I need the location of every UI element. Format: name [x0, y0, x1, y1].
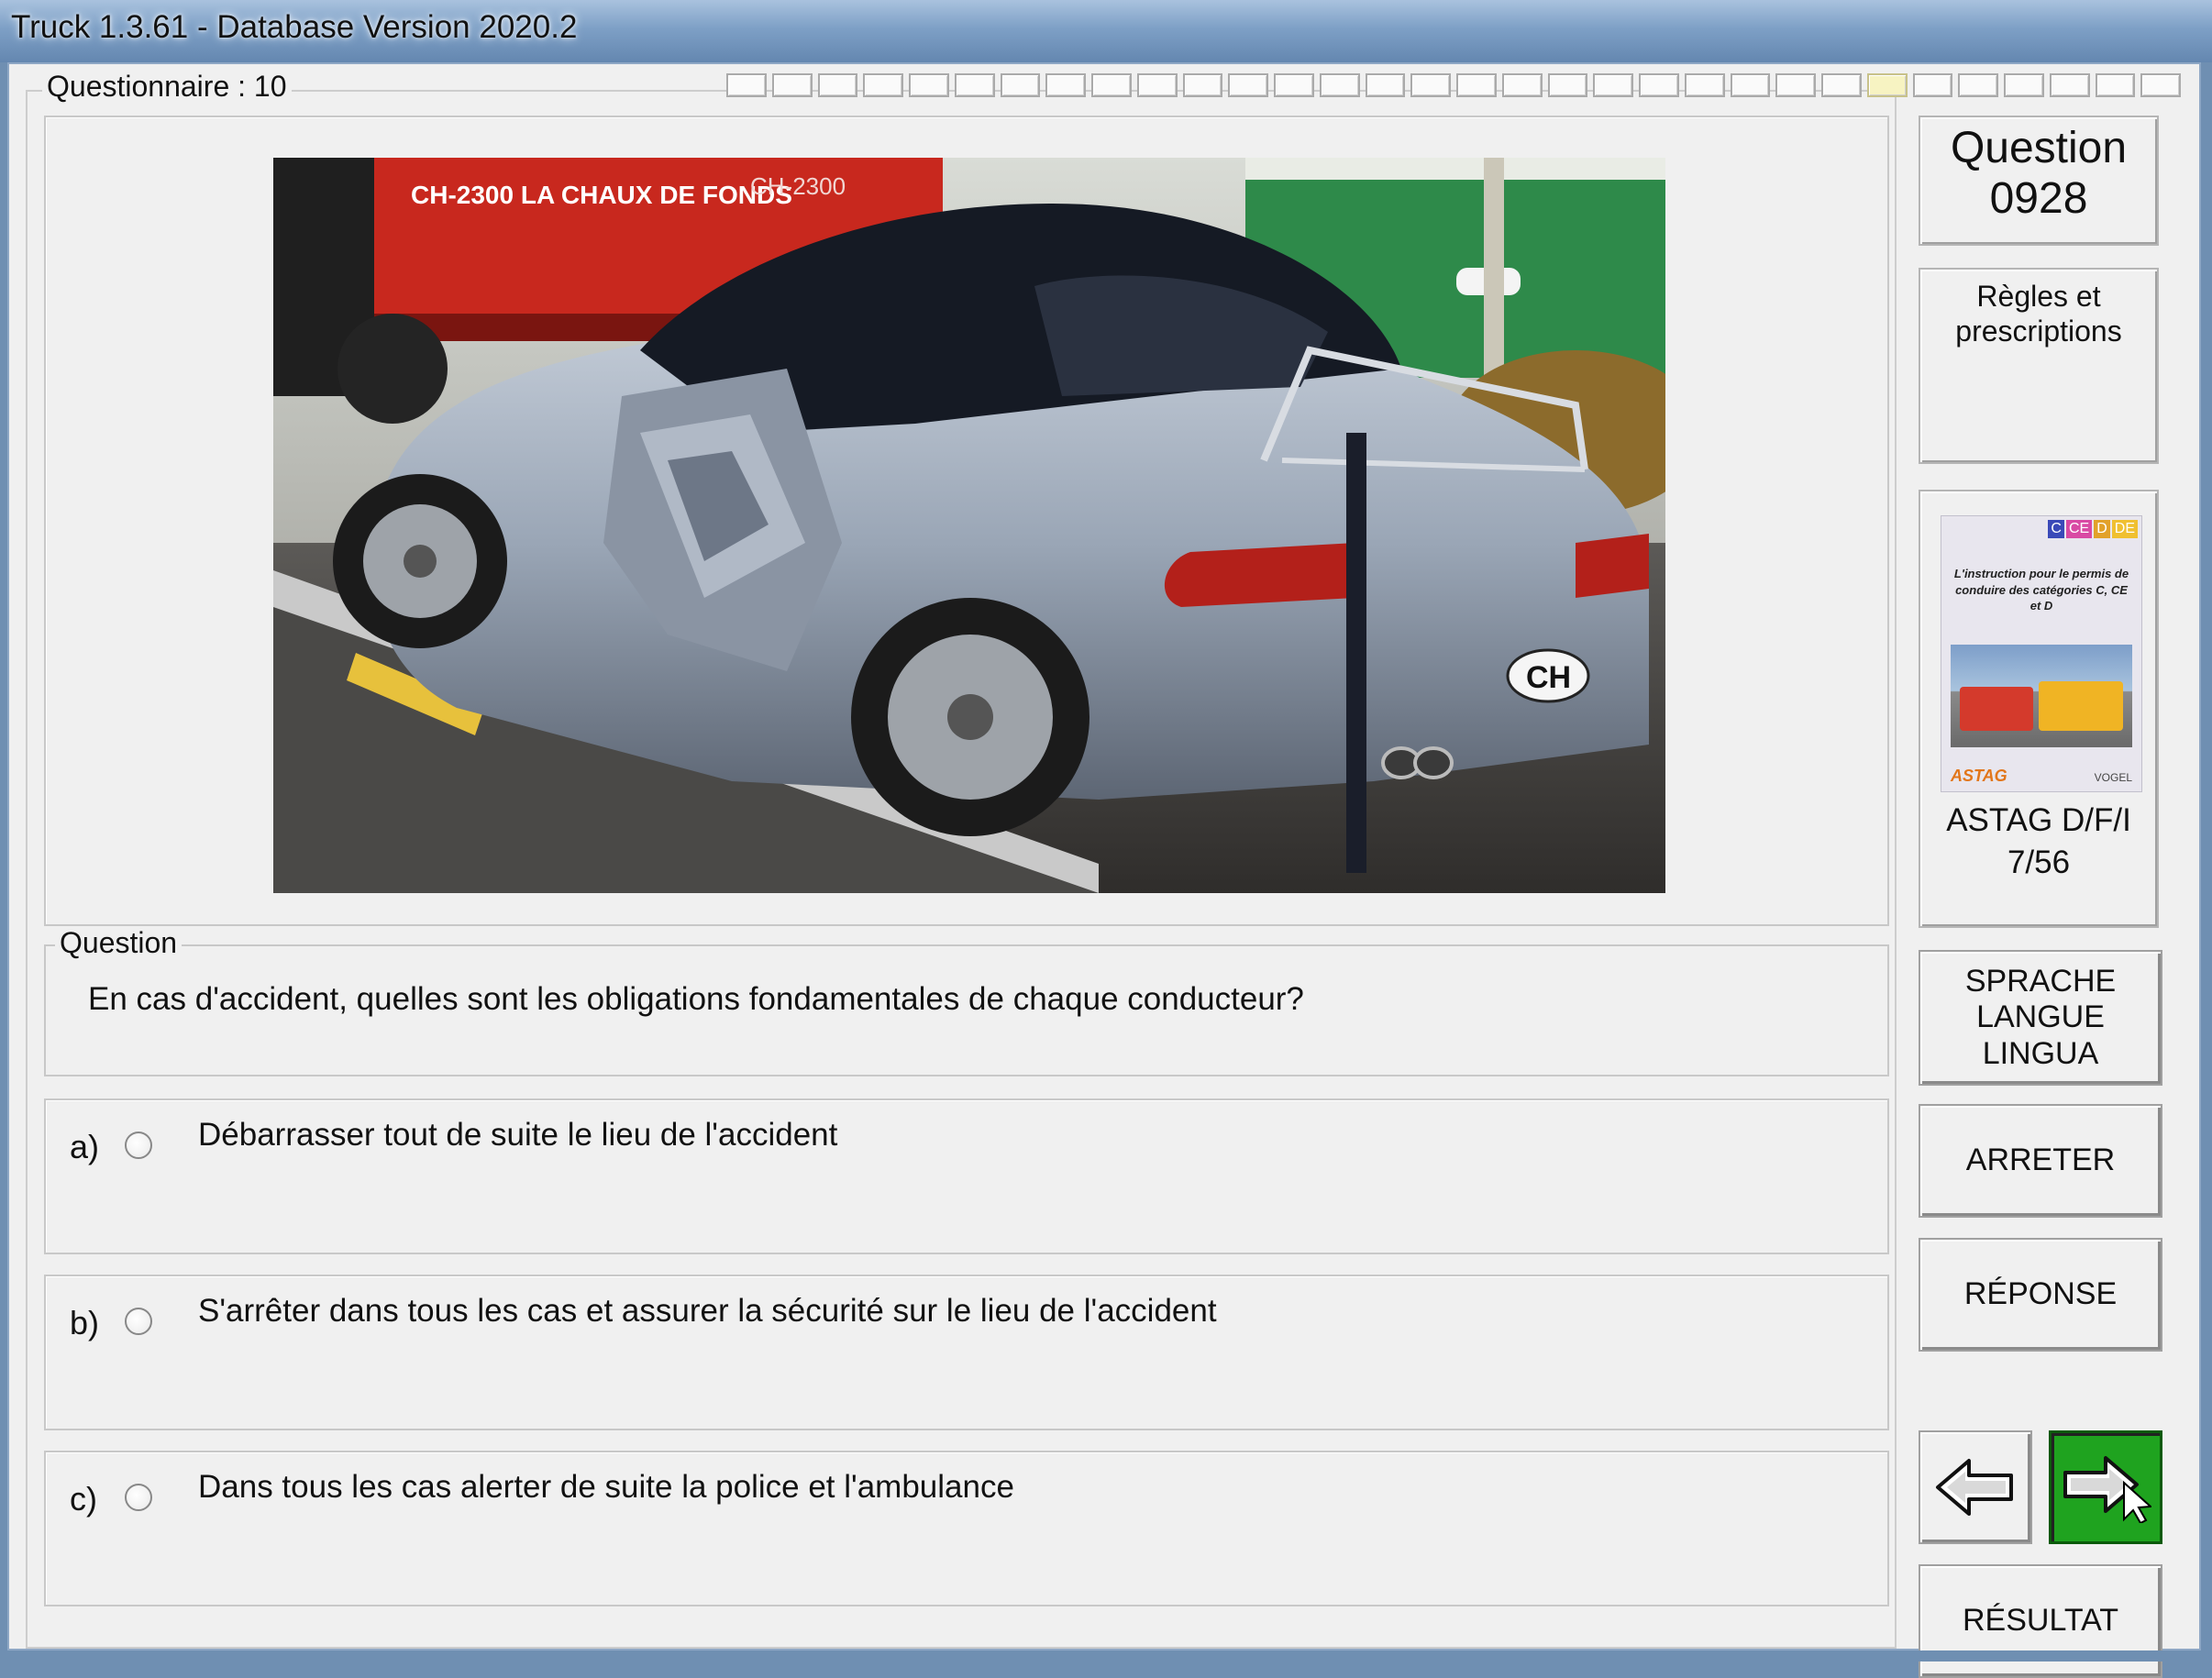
- progress-segment: [2095, 73, 2136, 97]
- language-label-de: SPRACHE: [1964, 964, 2117, 999]
- progress-segment: [863, 73, 903, 97]
- answer-b-radio[interactable]: [125, 1308, 152, 1335]
- answer-letter: c): [70, 1480, 97, 1518]
- vogel-logo: VOGEL: [2094, 771, 2132, 784]
- reference-book-box[interactable]: C CE D DE L'instruction pour le permis d…: [1919, 490, 2159, 928]
- book-cover: C CE D DE L'instruction pour le permis d…: [1941, 515, 2142, 792]
- license-plate-text: CH: [1526, 660, 1571, 695]
- questionnaire-progress: [726, 73, 2181, 101]
- progress-segment: [909, 73, 949, 97]
- answer-b[interactable]: b) S'arrêter dans tous les cas et assure…: [44, 1275, 1889, 1430]
- mouse-cursor-icon: [2123, 1480, 2151, 1523]
- progress-segment: [1045, 73, 1086, 97]
- question-number-label: Question: [1950, 124, 2128, 172]
- progress-segment: [1958, 73, 1998, 97]
- book-reference-line1: ASTAG D/F/I: [1946, 802, 2131, 838]
- next-button[interactable]: [2049, 1430, 2162, 1544]
- progress-segment: [1730, 73, 1771, 97]
- progress-segment: [1501, 73, 1543, 97]
- progress-segment: [954, 73, 995, 97]
- book-caption: L'instruction pour le permis de conduire…: [1953, 567, 2129, 613]
- question-number-box: Question 0928: [1919, 116, 2159, 246]
- progress-segment: [726, 73, 767, 97]
- arrow-right-icon: [2063, 1456, 2151, 1523]
- progress-segment: [1000, 73, 1041, 97]
- progress-segment: [1684, 73, 1725, 97]
- progress-segment: [1775, 73, 1816, 97]
- image-panel: CH-2300 LA CHAUX DE FONDS CH-2300 CH: [44, 116, 1889, 926]
- badge-c: C: [2048, 520, 2064, 538]
- progress-segment: [1136, 73, 1178, 97]
- answer-text: Débarrasser tout de suite le lieu de l'a…: [198, 1117, 838, 1153]
- progress-segment: [2004, 73, 2044, 97]
- truck-text: CH-2300 LA CHAUX DE FONDS: [411, 181, 792, 209]
- question-number: 0928: [1989, 174, 2088, 223]
- progress-segment: [2049, 73, 2090, 97]
- badge-ce: CE: [2065, 520, 2093, 538]
- questionnaire-label: Questionnaire : 10: [42, 70, 292, 104]
- window-title: Truck 1.3.61 - Database Version 2020.2: [11, 9, 578, 45]
- rules-box[interactable]: Règles et prescriptions: [1919, 268, 2159, 464]
- progress-segment: [1912, 73, 1953, 97]
- answer-letter: a): [70, 1128, 100, 1165]
- book-reference: ASTAG D/F/I 7/56: [1920, 800, 2157, 883]
- progress-segment: [1365, 73, 1406, 97]
- progress-segment: [1821, 73, 1862, 97]
- book-cover-trucks-image: [1951, 645, 2132, 747]
- answer-text: Dans tous les cas alerter de suite la po…: [198, 1469, 1014, 1505]
- arrow-left-icon: [1936, 1459, 2013, 1516]
- rules-label: Règles et prescriptions: [1955, 280, 2122, 348]
- main-window: Questionnaire : 10 CH-2300 LA CHAUX DE F…: [7, 62, 2201, 1678]
- progress-segment: [1639, 73, 1679, 97]
- window-bottom-border: [0, 1650, 2212, 1661]
- answer-c[interactable]: c) Dans tous les cas alerter de suite la…: [44, 1451, 1889, 1606]
- progress-segment: [771, 73, 813, 97]
- progress-segment: [1182, 73, 1223, 97]
- language-label-fr: LANGUE: [1976, 999, 2105, 1035]
- answer-button[interactable]: RÉPONSE: [1919, 1238, 2162, 1352]
- progress-segment: [1866, 73, 1908, 97]
- progress-segment: [2140, 73, 2181, 97]
- truck-text-2: CH-2300: [750, 172, 846, 200]
- progress-segment: [1456, 73, 1497, 97]
- badge-d: D: [2094, 520, 2110, 538]
- progress-segment: [1547, 73, 1588, 97]
- answer-text: S'arrêter dans tous les cas et assurer l…: [198, 1293, 1217, 1329]
- progress-segment: [1091, 73, 1132, 97]
- progress-segment: [1593, 73, 1633, 97]
- answer-a[interactable]: a) Débarrasser tout de suite le lieu de …: [44, 1098, 1889, 1254]
- question-photo: CH-2300 LA CHAUX DE FONDS CH-2300 CH: [273, 158, 1665, 893]
- progress-segment: [1228, 73, 1268, 97]
- category-badges: C CE D DE: [2048, 520, 2138, 538]
- question-box: Question En cas d'accident, quelles sont…: [44, 926, 1889, 1076]
- question-legend: Question: [55, 926, 182, 960]
- answer-c-radio[interactable]: [125, 1484, 152, 1511]
- book-reference-line2: 7/56: [2007, 844, 2071, 880]
- progress-segment: [1274, 73, 1314, 97]
- progress-segment: [1410, 73, 1451, 97]
- astag-logo: ASTAG: [1951, 767, 2007, 785]
- language-button[interactable]: SPRACHE LANGUE LINGUA: [1919, 950, 2162, 1086]
- stop-button[interactable]: ARRETER: [1919, 1104, 2162, 1218]
- progress-segment: [1319, 73, 1360, 97]
- question-text: En cas d'accident, quelles sont les obli…: [88, 981, 1304, 1017]
- previous-button[interactable]: [1919, 1430, 2032, 1544]
- progress-segment: [817, 73, 858, 97]
- answer-a-radio[interactable]: [125, 1132, 152, 1159]
- language-label-it: LINGUA: [1982, 1035, 2099, 1071]
- answer-letter: b): [70, 1304, 100, 1341]
- window-titlebar[interactable]: Truck 1.3.61 - Database Version 2020.2: [0, 0, 2212, 62]
- crashed-car-image: CH-2300 LA CHAUX DE FONDS CH-2300 CH: [273, 158, 1665, 893]
- badge-de: DE: [2111, 520, 2138, 538]
